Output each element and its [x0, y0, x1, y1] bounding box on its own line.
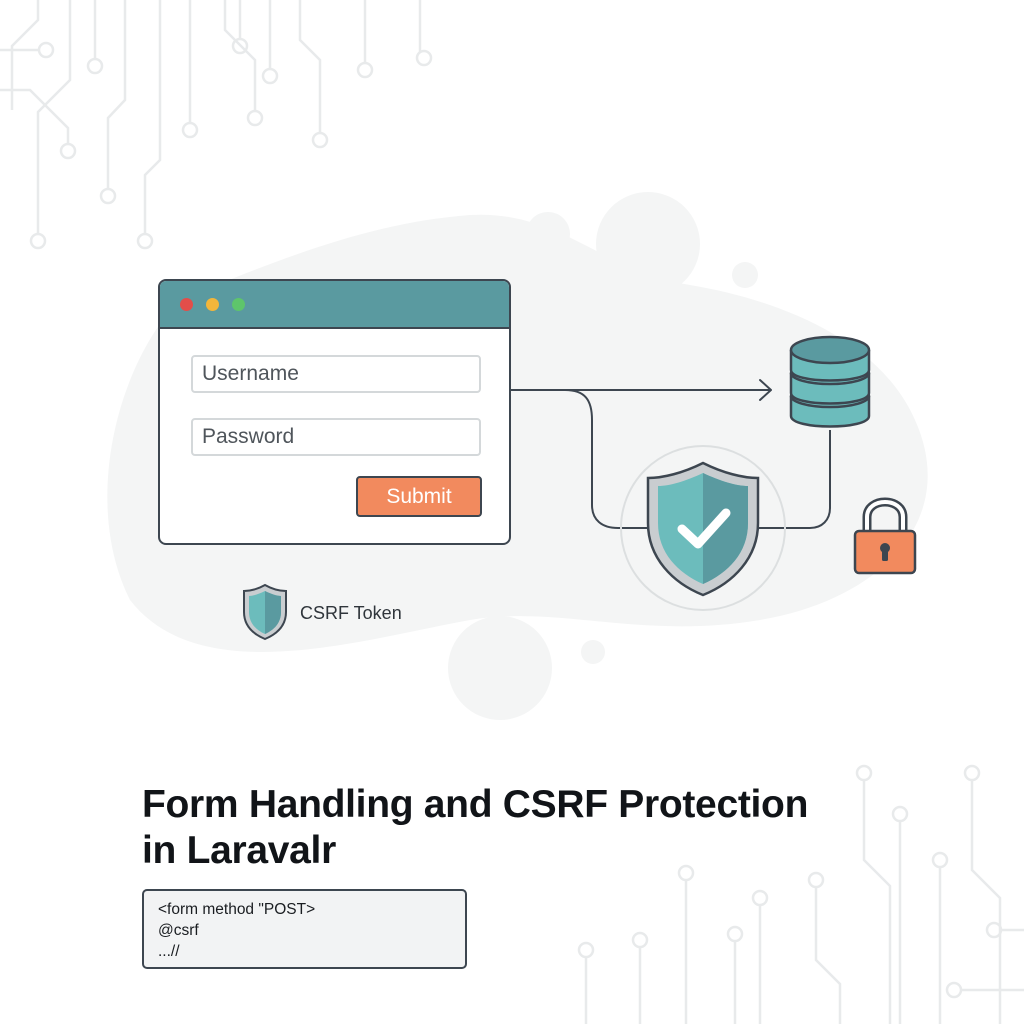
shield-check-icon — [620, 445, 786, 611]
diagram-canvas: Submit CSRF Token Form Hand — [0, 0, 1024, 1024]
shield-icon — [243, 583, 287, 641]
close-dot[interactable] — [180, 298, 193, 311]
username-input[interactable] — [191, 355, 481, 393]
title-line-1: Form Handling and CSRF Protection — [142, 783, 809, 826]
padlock-icon — [853, 497, 917, 575]
csrf-token-label: CSRF Token — [300, 603, 402, 623]
browser-window: Submit — [158, 279, 511, 545]
submit-button[interactable]: Submit — [356, 476, 482, 517]
code-line: @csrf — [158, 922, 199, 939]
title-line-2: in Laravalr — [142, 829, 336, 872]
database-icon — [789, 335, 871, 428]
code-line: ...// — [158, 943, 180, 960]
password-input[interactable] — [191, 418, 481, 456]
page-title: Form Handling and CSRF Protection in Lar… — [142, 782, 862, 874]
minimize-dot[interactable] — [206, 298, 219, 311]
browser-titlebar — [160, 281, 509, 329]
code-line: <form method "POST> — [158, 901, 316, 918]
maximize-dot[interactable] — [232, 298, 245, 311]
code-snippet: <form method "POST> @csrf ...// — [142, 889, 467, 969]
